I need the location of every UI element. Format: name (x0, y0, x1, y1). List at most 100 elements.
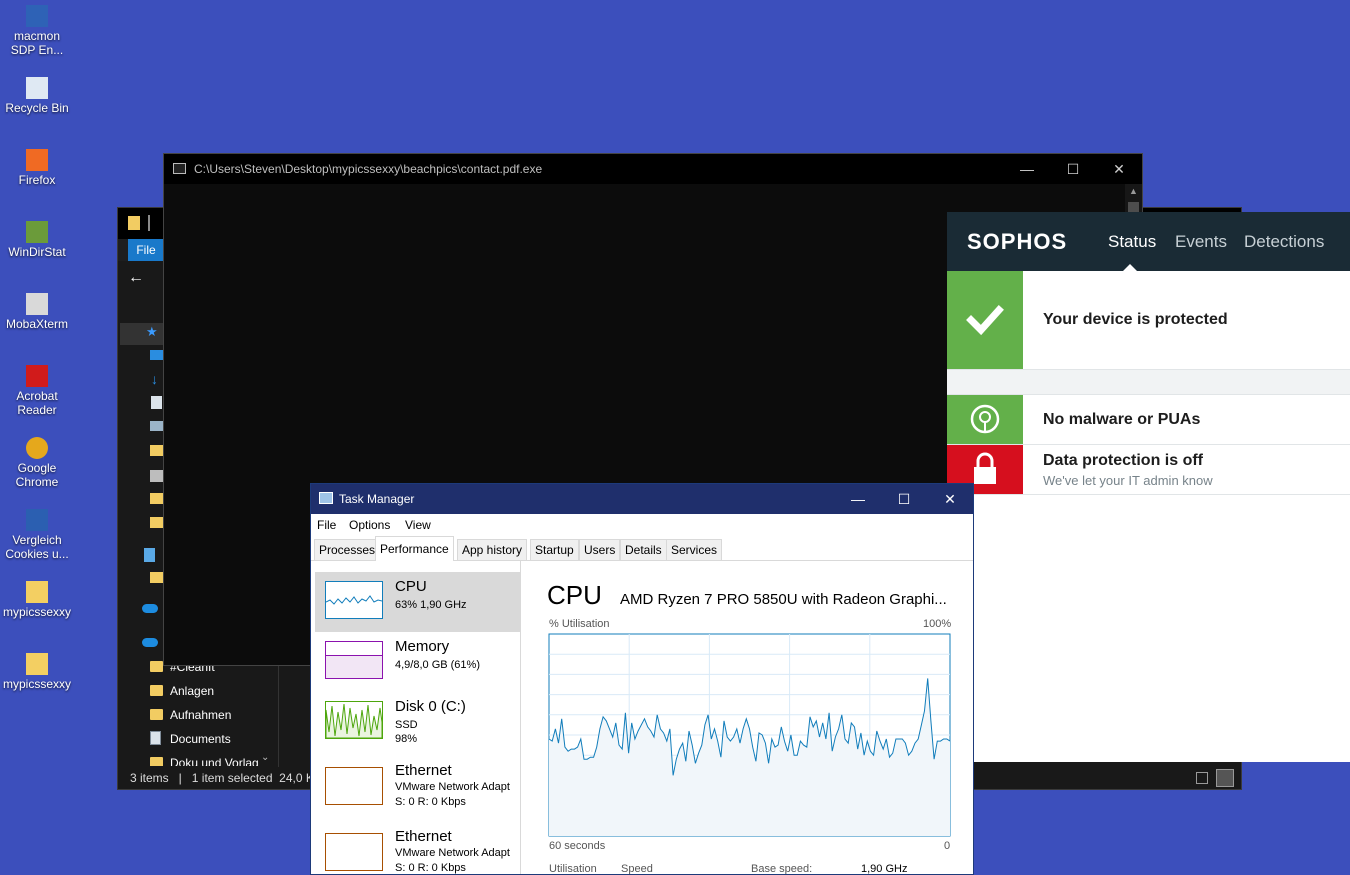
perf-item-cpu[interactable]: CPU 63% 1,90 GHz (315, 572, 520, 632)
downloads-icon[interactable]: ↓ (151, 371, 158, 387)
perf-item-sub: 4,9/8,0 GB (61%) (395, 659, 480, 671)
perf-item-disk[interactable]: Disk 0 (C:) SSD 98% (315, 692, 520, 752)
menu-file[interactable]: File (317, 514, 336, 536)
close-button[interactable]: ✕ (927, 484, 973, 514)
task-manager-window[interactable]: Task Manager — ☐ ✕ File Options View Pro… (310, 483, 974, 875)
details-view-icon[interactable] (1196, 772, 1208, 784)
data-protection-subtext: We've let your IT admin know (1043, 473, 1213, 488)
pane-divider (278, 664, 279, 767)
desktop-icon[interactable]: Vergleich Cookies u... (0, 509, 74, 561)
tab-app-history[interactable]: App history (457, 539, 528, 560)
menu-view[interactable]: View (405, 514, 431, 536)
task-manager-icon (319, 492, 333, 504)
quick-access-row[interactable]: ★ (120, 323, 164, 345)
explorer-nav-label: Doku und Vorlag (170, 756, 259, 766)
folder-icon (150, 757, 163, 766)
perf-item-sub2: 98% (395, 733, 418, 745)
explorer-nav-item[interactable]: Aufnahmen (150, 704, 231, 726)
mobaxterm-icon (26, 293, 48, 315)
tab-users[interactable]: Users (579, 539, 621, 560)
perf-item-sub: VMware Network Adapt (395, 781, 510, 793)
macmon-icon (26, 5, 48, 27)
folder-icon[interactable] (150, 572, 163, 583)
desktop-icon[interactable]: macmon SDP En... (0, 5, 74, 57)
acrobat-icon (26, 365, 48, 387)
status-text: 3 items | 1 item selected 24,0 K (130, 771, 314, 785)
desktop-icon[interactable]: mypicssexxy (0, 581, 74, 619)
desktop-icon[interactable]: MobaXterm (0, 293, 74, 331)
menu-options[interactable]: Options (349, 514, 390, 536)
maximize-button[interactable]: ☐ (881, 484, 927, 514)
data-protection-row: Data protection is off We've let your IT… (947, 445, 1350, 495)
minimize-button[interactable]: — (835, 484, 881, 514)
onedrive-icon[interactable] (142, 638, 158, 647)
base-speed-label: Base speed: (751, 863, 813, 875)
folder-icon[interactable] (150, 445, 163, 456)
desktop-icon[interactable]: mypicssexxy (0, 653, 74, 691)
desktop-icon[interactable]: Google Chrome (0, 437, 74, 489)
util-axis-label: % Utilisation (549, 618, 610, 630)
perf-item-sub2: S: 0 R: 0 Kbps (395, 862, 466, 874)
desktop-folder-icon[interactable] (150, 350, 164, 360)
desktop-icon[interactable]: WinDirStat (0, 221, 74, 259)
documents-icon[interactable] (151, 396, 162, 409)
tab-services[interactable]: Services (666, 539, 723, 560)
folder-icon (150, 709, 163, 720)
explorer-nav-item[interactable]: Documents (150, 728, 231, 750)
perf-item-name: Memory (395, 638, 450, 655)
drive-icon[interactable] (150, 470, 164, 482)
minimize-button[interactable]: — (1004, 154, 1050, 184)
explorer-nav-label: Documents (170, 732, 231, 746)
task-manager-titlebar[interactable]: Task Manager — ☐ ✕ (311, 484, 973, 514)
task-manager-title: Task Manager (339, 492, 415, 506)
folder-icon[interactable] (150, 493, 163, 504)
perf-item-name: Ethernet (395, 828, 452, 845)
building-icon[interactable] (144, 548, 155, 562)
console-titlebar[interactable]: C:\Users\Steven\Desktop\mypicssexxy\beac… (164, 154, 1142, 184)
folder-icon[interactable] (150, 517, 163, 528)
separator (148, 215, 150, 231)
cpu-thumbnail (325, 581, 383, 619)
cpu-utilisation-graph (548, 633, 951, 837)
desktop-icon[interactable]: Recycle Bin (0, 77, 74, 115)
back-arrow-icon[interactable]: ← (128, 269, 144, 287)
checkmark-icon (947, 271, 1023, 369)
explorer-nav-label: Aufnahmen (170, 708, 232, 722)
perf-item-ethernet[interactable]: Ethernet VMware Network Adapt S: 0 R: 0 … (315, 758, 520, 818)
desktop-icon[interactable]: Acrobat Reader (0, 365, 74, 417)
tab-status[interactable]: Status (1108, 212, 1156, 271)
tab-bar: Processes Performance App history Startu… (311, 536, 973, 561)
tab-details[interactable]: Details (620, 539, 667, 560)
perf-item-name: CPU (395, 578, 427, 595)
star-icon: ★ (146, 324, 158, 339)
maximize-button[interactable]: ☐ (1050, 154, 1096, 184)
file-tab[interactable]: File (128, 239, 164, 261)
cpu-model: AMD Ryzen 7 PRO 5850U with Radeon Graphi… (620, 591, 947, 608)
explorer-nav-item[interactable]: Anlagen (150, 680, 214, 702)
perf-item-sub2: S: 0 R: 0 Kbps (395, 796, 466, 808)
scroll-up-icon[interactable]: ▲ (1129, 186, 1138, 196)
malware-row: No malware or PUAs (947, 395, 1350, 445)
chevron-down-icon[interactable]: ⌄ (261, 752, 269, 763)
tab-events[interactable]: Events (1175, 212, 1227, 271)
tab-startup[interactable]: Startup (530, 539, 579, 560)
desktop-icon[interactable]: Firefox (0, 149, 74, 187)
explorer-nav-item[interactable]: Doku und Vorlag (150, 752, 259, 766)
pictures-icon[interactable] (150, 421, 164, 431)
util-axis-max: 100% (923, 618, 952, 630)
desktop-icon-label: Vergleich Cookies u... (5, 533, 69, 561)
tab-detections[interactable]: Detections (1244, 212, 1324, 271)
onedrive-icon[interactable] (142, 604, 158, 613)
perf-item-memory[interactable]: Memory 4,9/8,0 GB (61%) (315, 632, 520, 692)
perf-item-ethernet[interactable]: Ethernet VMware Network Adapt S: 0 R: 0 … (315, 824, 520, 874)
folder-icon (150, 685, 163, 696)
time-axis-label: 60 seconds (549, 840, 606, 852)
tab-performance[interactable]: Performance (375, 536, 454, 561)
large-icons-view-icon[interactable] (1216, 769, 1234, 787)
tab-processes[interactable]: Processes (314, 539, 381, 560)
speed-label: Speed (621, 863, 653, 875)
folder-icon (128, 216, 140, 230)
firefox-icon (26, 149, 48, 171)
disk-thumbnail (325, 701, 383, 739)
close-button[interactable]: ✕ (1096, 154, 1142, 184)
